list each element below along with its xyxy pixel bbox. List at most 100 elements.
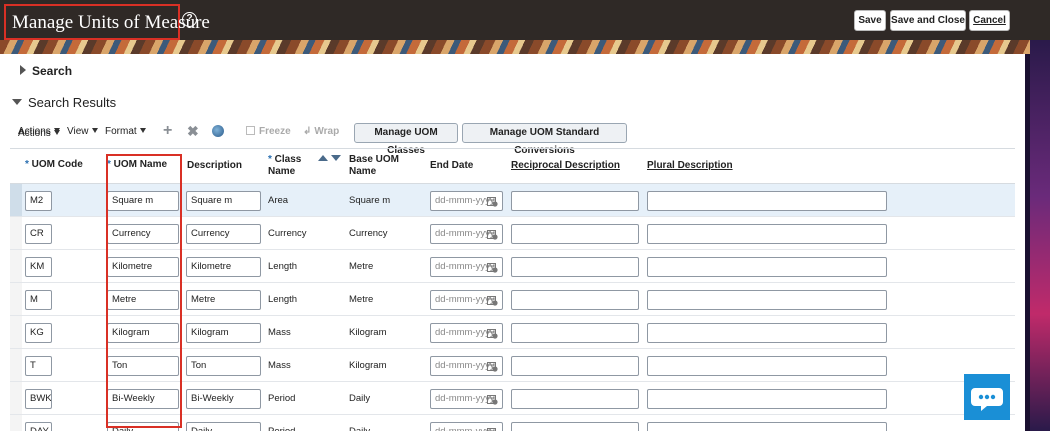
- uom-code-input[interactable]: KG: [25, 323, 52, 343]
- sort-ascending-icon[interactable]: [318, 155, 328, 161]
- chat-button[interactable]: [964, 374, 1010, 420]
- row-selector[interactable]: [10, 250, 22, 282]
- manage-uom-classes-button[interactable]: Manage UOM Classes: [354, 123, 458, 156]
- delete-row-icon[interactable]: ✖: [187, 123, 199, 140]
- uom-code-input[interactable]: M: [25, 290, 52, 310]
- plural-description-input[interactable]: [647, 257, 887, 277]
- col-plural-description[interactable]: Plural Description: [647, 160, 733, 172]
- plural-description-input[interactable]: [647, 323, 887, 343]
- end-date-input[interactable]: dd-mmm-yyyy: [430, 323, 503, 343]
- table-row[interactable]: M2 Square m Square m Area Square m dd-mmm-yyy…: [10, 184, 1015, 217]
- plural-description-input[interactable]: [647, 224, 887, 244]
- uom-code-input[interactable]: KM: [25, 257, 52, 277]
- actions-menu-btn[interactable]: Actions: [18, 126, 60, 137]
- help-icon[interactable]: ?: [182, 12, 197, 27]
- end-date-input[interactable]: dd-mmm-yyyy: [430, 191, 503, 211]
- plural-description-input[interactable]: [647, 356, 887, 376]
- view-menu[interactable]: View: [67, 126, 98, 137]
- add-row-icon[interactable]: +: [163, 122, 172, 140]
- cancel-button[interactable]: Cancel: [969, 10, 1010, 31]
- reciprocal-description-input[interactable]: [511, 422, 639, 431]
- uom-name-input[interactable]: Bi-Weekly: [107, 389, 179, 409]
- uom-code-input[interactable]: M2: [25, 191, 52, 211]
- plural-description-input[interactable]: [647, 290, 887, 310]
- plural-description-input[interactable]: [647, 191, 887, 211]
- uom-name-input[interactable]: Kilogram: [107, 323, 179, 343]
- col-base-uom[interactable]: Base UOM Name: [349, 154, 399, 178]
- end-date-input[interactable]: dd-mmm-yyyy: [430, 389, 503, 409]
- table-row[interactable]: T Ton Ton Mass Kilogram dd-mmm-yyyy: [10, 349, 1015, 382]
- uom-code-input[interactable]: DAY: [25, 422, 52, 431]
- uom-code-input[interactable]: BWK: [25, 389, 52, 409]
- calendar-icon[interactable]: [487, 229, 498, 240]
- description-input[interactable]: Daily: [186, 422, 261, 431]
- uom-name-input[interactable]: Kilometre: [107, 257, 179, 277]
- end-date-input[interactable]: dd-mmm-yyyy: [430, 422, 503, 431]
- row-selector[interactable]: [10, 283, 22, 315]
- sort-descending-icon[interactable]: [331, 155, 341, 161]
- description-input[interactable]: Currency: [186, 224, 261, 244]
- table-row[interactable]: BWK Bi-Weekly Bi-Weekly Period Daily dd-mmm-y…: [10, 382, 1015, 415]
- table-row[interactable]: M Metre Metre Length Metre dd-mmm-yyyy: [10, 283, 1015, 316]
- row-selector[interactable]: [10, 382, 22, 414]
- end-date-input[interactable]: dd-mmm-yyyy: [430, 290, 503, 310]
- col-description[interactable]: Description: [187, 160, 242, 172]
- row-selector[interactable]: [10, 349, 22, 381]
- uom-name-input[interactable]: Currency: [107, 224, 179, 244]
- col-reciprocal-description[interactable]: Reciprocal Description: [511, 160, 620, 172]
- format-menu[interactable]: Format: [105, 126, 146, 137]
- search-results-header[interactable]: Search Results: [12, 95, 116, 110]
- end-date-input[interactable]: dd-mmm-yyyy: [430, 257, 503, 277]
- row-selector[interactable]: [10, 316, 22, 348]
- reciprocal-description-input[interactable]: [511, 224, 639, 244]
- description-input[interactable]: Square m: [186, 191, 261, 211]
- table-row[interactable]: KM Kilometre Kilometre Length Metre dd-mmm-yy…: [10, 250, 1015, 283]
- class-name: Length: [268, 294, 298, 305]
- uom-name-input[interactable]: Ton: [107, 356, 179, 376]
- end-date-placeholder: dd-mmm-yyyy: [435, 393, 495, 404]
- calendar-icon[interactable]: [487, 196, 498, 207]
- plural-description-input[interactable]: [647, 422, 887, 431]
- calendar-icon[interactable]: [487, 361, 498, 372]
- description-input[interactable]: Kilometre: [186, 257, 261, 277]
- calendar-icon[interactable]: [487, 295, 498, 306]
- globe-icon[interactable]: [212, 125, 224, 137]
- col-uom-name[interactable]: * UOM Name: [107, 159, 167, 171]
- table-row[interactable]: CR Currency Currency Currency Currency dd-mmm…: [10, 217, 1015, 250]
- calendar-icon[interactable]: [487, 328, 498, 339]
- reciprocal-description-input[interactable]: [511, 323, 639, 343]
- uom-code-input[interactable]: T: [25, 356, 52, 376]
- row-selector[interactable]: [10, 217, 22, 249]
- col-class-name[interactable]: * Class Name: [268, 154, 301, 178]
- description-input[interactable]: Kilogram: [186, 323, 261, 343]
- row-selector[interactable]: [10, 415, 22, 431]
- reciprocal-description-input[interactable]: [511, 389, 639, 409]
- end-date-input[interactable]: dd-mmm-yyyy: [430, 224, 503, 244]
- description-input[interactable]: Ton: [186, 356, 261, 376]
- uom-name-input[interactable]: Square m: [107, 191, 179, 211]
- end-date-input[interactable]: dd-mmm-yyyy: [430, 356, 503, 376]
- uom-name-input[interactable]: Daily: [107, 422, 179, 431]
- reciprocal-description-input[interactable]: [511, 356, 639, 376]
- description-input[interactable]: Metre: [186, 290, 261, 310]
- table-row[interactable]: KG Kilogram Kilogram Mass Kilogram dd-mmm-yyy…: [10, 316, 1015, 349]
- reciprocal-description-input[interactable]: [511, 191, 639, 211]
- calendar-icon[interactable]: [487, 427, 498, 431]
- description-input[interactable]: Bi-Weekly: [186, 389, 261, 409]
- save-and-close-button[interactable]: Save and Close: [890, 10, 966, 31]
- freeze-button[interactable]: Freeze: [246, 126, 291, 137]
- col-uom-code[interactable]: * UOM Code: [25, 159, 83, 171]
- save-button[interactable]: Save: [854, 10, 886, 31]
- reciprocal-description-input[interactable]: [511, 290, 639, 310]
- wrap-button[interactable]: ↲ Wrap: [303, 126, 339, 137]
- uom-code-input[interactable]: CR: [25, 224, 52, 244]
- table-row[interactable]: DAY Daily Daily Period Daily dd-mmm-yyyy: [10, 415, 1015, 431]
- plural-description-input[interactable]: [647, 389, 887, 409]
- row-selector[interactable]: [10, 184, 22, 216]
- calendar-icon[interactable]: [487, 394, 498, 405]
- reciprocal-description-input[interactable]: [511, 257, 639, 277]
- calendar-icon[interactable]: [487, 262, 498, 273]
- manage-uom-conversions-button[interactable]: Manage UOM Standard Conversions: [462, 123, 627, 156]
- uom-name-input[interactable]: Metre: [107, 290, 179, 310]
- col-end-date[interactable]: End Date: [430, 160, 473, 172]
